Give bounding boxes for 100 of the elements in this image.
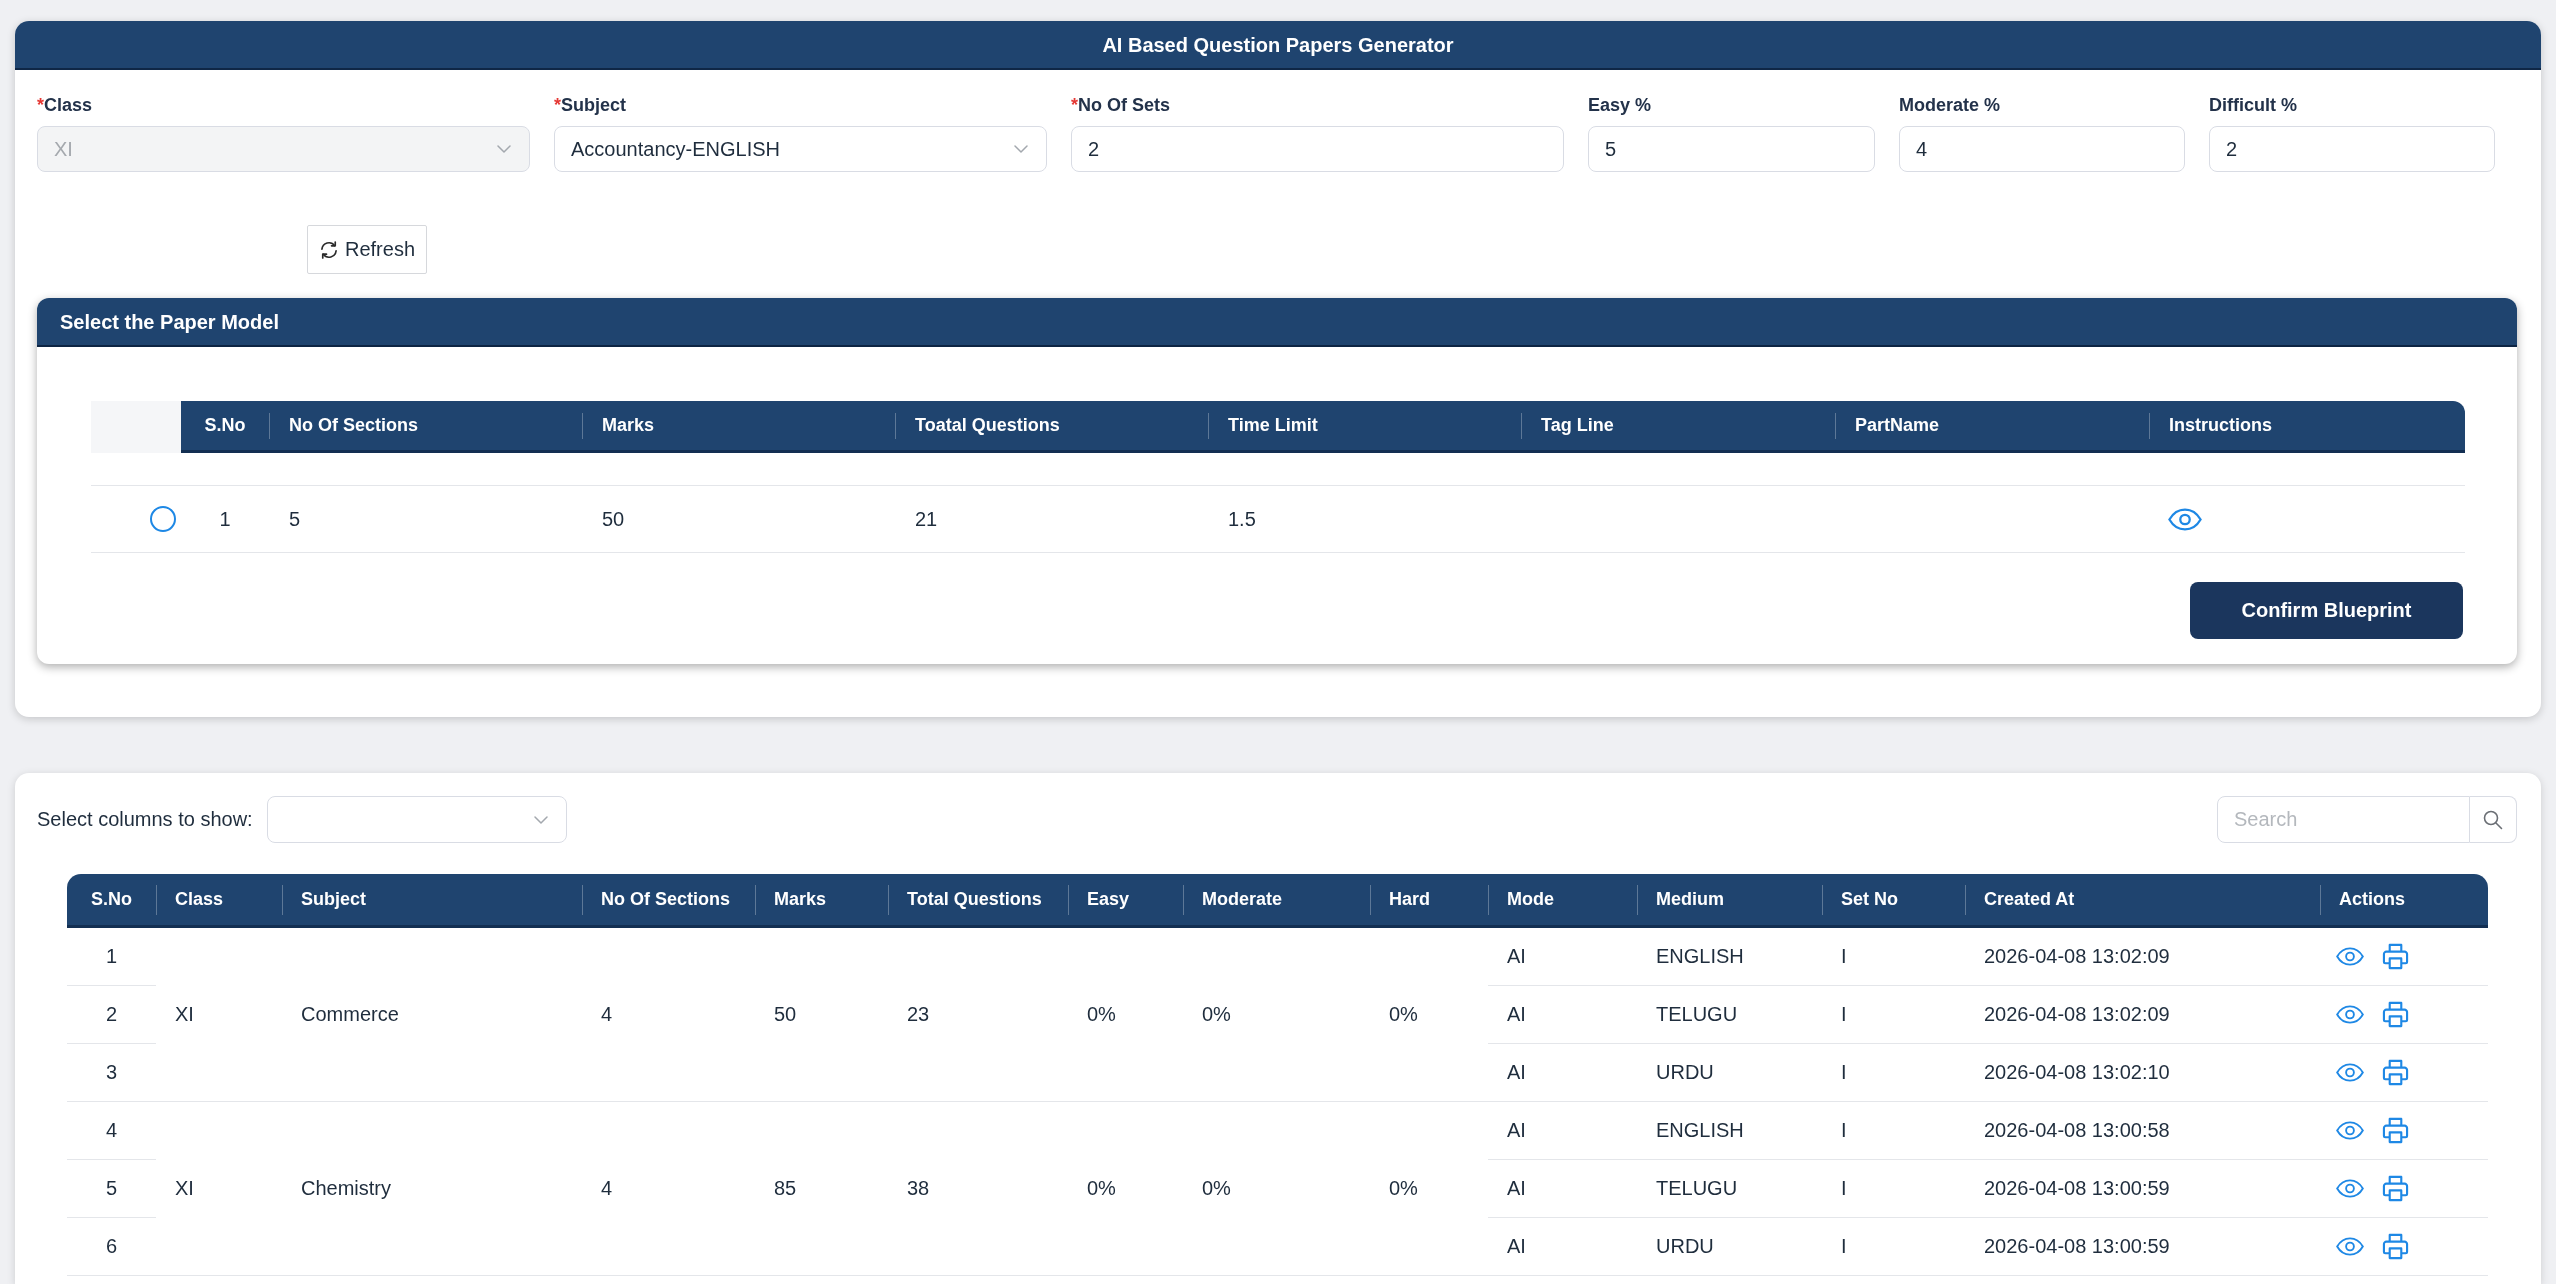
input-field[interactable]: 2	[1071, 126, 1564, 172]
dropdown[interactable]: Accountancy-ENGLISH	[554, 126, 1047, 172]
table-cell: I	[1822, 1044, 1965, 1102]
eye-icon[interactable]	[2336, 1121, 2364, 1140]
table-cell: I	[1822, 1102, 1965, 1160]
table-cell: AI	[1488, 1044, 1637, 1102]
table-cell: AI	[1488, 1102, 1637, 1160]
caret-icon	[497, 145, 511, 153]
input-field[interactable]: 2	[2209, 126, 2495, 172]
table-cell: I	[1822, 1160, 1965, 1218]
search-field[interactable]: Search	[2217, 796, 2470, 843]
table-cell: 4	[67, 1102, 156, 1160]
printer-icon[interactable]	[2382, 943, 2409, 970]
table-cell: 50	[755, 928, 888, 1102]
column-header: Medium	[1637, 874, 1822, 928]
table-cell: 23	[888, 928, 1068, 1102]
column-header: Marks	[582, 401, 895, 453]
column-header: Easy	[1068, 874, 1183, 928]
column-header: Class	[156, 874, 282, 928]
caret-icon	[1014, 145, 1028, 153]
table-cell: 0%	[1370, 1102, 1488, 1276]
column-header: Toatal Questions	[895, 401, 1208, 453]
refresh-icon	[319, 239, 339, 260]
printer-icon[interactable]	[2382, 1059, 2409, 1086]
field-label: Difficult %	[2209, 94, 2298, 116]
table-cell: AI	[1488, 1160, 1637, 1218]
column-header: Instructions	[2149, 401, 2465, 453]
table-cell: I	[1822, 986, 1965, 1044]
input-field[interactable]: 4	[1899, 126, 2185, 172]
search-button[interactable]	[2470, 796, 2517, 843]
table-cell: AI	[1488, 986, 1637, 1044]
field-label: *Subject	[554, 94, 628, 116]
printer-icon[interactable]	[2382, 1175, 2409, 1202]
table-cell: Commerce	[282, 928, 582, 1102]
table-cell: AI	[1488, 928, 1637, 986]
table-cell: I	[1822, 1218, 1965, 1276]
eye-icon[interactable]	[2336, 1005, 2364, 1024]
column-header: Created At	[1965, 874, 2320, 928]
table-cell: 50	[582, 485, 895, 553]
table-cell: 2026-04-08 13:02:10	[1965, 1044, 2320, 1102]
table-cell: 6	[67, 1218, 156, 1276]
table-cell: TELUGU	[1637, 986, 1822, 1044]
table-cell: 2026-04-08 13:02:09	[1965, 986, 2320, 1044]
printer-icon[interactable]	[2382, 1233, 2409, 1260]
table-cell: 0%	[1068, 928, 1183, 1102]
table-cell: URDU	[1637, 1044, 1822, 1102]
eye-icon[interactable]	[2336, 1237, 2364, 1256]
eye-icon[interactable]	[2168, 507, 2202, 531]
refresh-button[interactable]: Refresh	[307, 225, 427, 274]
search-icon	[2483, 809, 2503, 830]
eye-icon[interactable]	[2336, 1063, 2364, 1082]
table-cell: XI	[156, 1102, 282, 1276]
table-cell: 4	[582, 1102, 755, 1276]
field-label: *No Of Sets	[1071, 94, 1172, 116]
table-cell: 38	[888, 1102, 1068, 1276]
field-label: *Class	[37, 94, 94, 116]
column-header: Mode	[1488, 874, 1637, 928]
table-cell: 0%	[1183, 928, 1370, 1102]
column-header: Marks	[755, 874, 888, 928]
table-cell: 1.5	[1208, 485, 1521, 553]
table-cell: 0%	[1183, 1102, 1370, 1276]
table-cell: 5	[269, 485, 582, 553]
table-cell: 2026-04-08 13:02:09	[1965, 928, 2320, 986]
column-header: Tag Line	[1521, 401, 1835, 453]
radio-button[interactable]	[150, 506, 176, 532]
input-field[interactable]: 5	[1588, 126, 1875, 172]
table-cell: 2026-04-08 13:00:59	[1965, 1218, 2320, 1276]
table-cell: ENGLISH	[1637, 928, 1822, 986]
field-label: Easy %	[1588, 94, 1653, 116]
column-header: Actions	[2320, 874, 2488, 928]
column-header: No Of Sections	[582, 874, 755, 928]
column-header: Subject	[282, 874, 582, 928]
table-cell: Chemistry	[282, 1102, 582, 1276]
table-cell: 1	[181, 485, 269, 553]
table-cell: 0%	[1370, 928, 1488, 1102]
window-title: AI Based Question Papers Generator	[1102, 32, 1454, 57]
column-header: No Of Sections	[269, 401, 582, 453]
column-header: Time Limit	[1208, 401, 1521, 453]
column-header: S.No	[67, 874, 156, 928]
printer-icon[interactable]	[2382, 1117, 2409, 1144]
field-label: Moderate %	[1899, 94, 2002, 116]
column-header: Hard	[1370, 874, 1488, 928]
table-cell: TELUGU	[1637, 1160, 1822, 1218]
table-cell: 1	[67, 928, 156, 986]
column-header: Moderate	[1183, 874, 1370, 928]
column-header: PartName	[1835, 401, 2149, 453]
eye-icon[interactable]	[2336, 947, 2364, 966]
column-header: S.No	[181, 401, 269, 453]
printer-icon[interactable]	[2382, 1001, 2409, 1028]
column-header: Set No	[1822, 874, 1965, 928]
table-cell: 85	[755, 1102, 888, 1276]
caret-icon	[533, 815, 548, 824]
table-cell: ENGLISH	[1637, 1102, 1822, 1160]
eye-icon[interactable]	[2336, 1179, 2364, 1198]
table-cell: I	[1822, 928, 1965, 986]
confirm-button[interactable]: Confirm Blueprint	[2190, 582, 2463, 639]
table-cell: URDU	[1637, 1218, 1822, 1276]
table-cell: 2026-04-08 13:00:59	[1965, 1160, 2320, 1218]
table-cell: 2	[67, 986, 156, 1044]
table-cell: 5	[67, 1160, 156, 1218]
